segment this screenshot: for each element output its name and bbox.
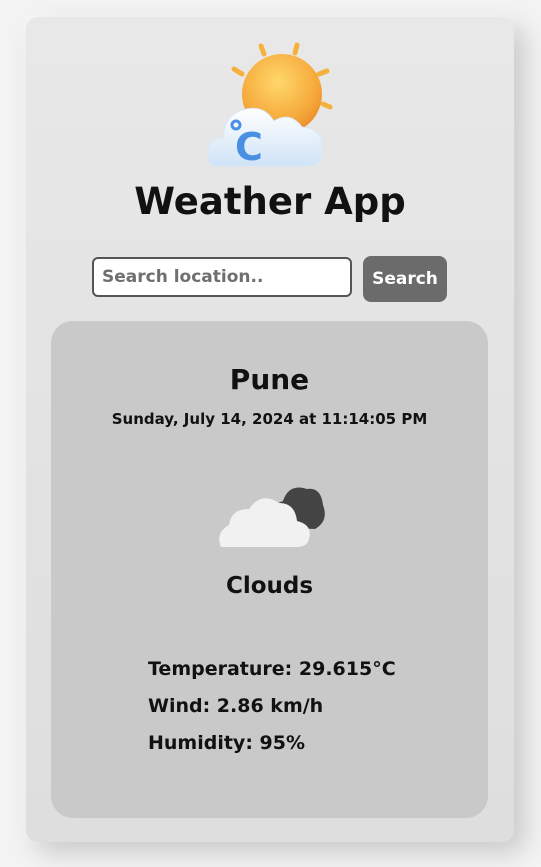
date-time: Sunday, July 14, 2024 at 11:14:05 PM [111,410,428,428]
weather-app-card: C Weather App Search Pune Sunday, July 1… [26,17,514,842]
weather-condition: Clouds [225,573,314,599]
wind-text: Wind: 2.86 km/h [148,695,324,717]
weather-stats: Temperature: 29.615°C Wind: 2.86 km/h Hu… [148,651,396,762]
clouds-icon [219,487,325,547]
sun-cloud-celsius-icon: C [207,42,333,169]
app-title: Weather App [134,180,406,223]
temperature-text: Temperature: 29.615°C [148,658,396,680]
svg-text:C: C [235,125,263,169]
city-name: Pune [229,363,310,396]
search-input[interactable] [92,257,352,297]
humidity-text: Humidity: 95% [148,732,306,754]
search-button[interactable]: Search [363,256,447,302]
weather-result-panel: Pune Sunday, July 14, 2024 at 11:14:05 P… [51,321,488,818]
